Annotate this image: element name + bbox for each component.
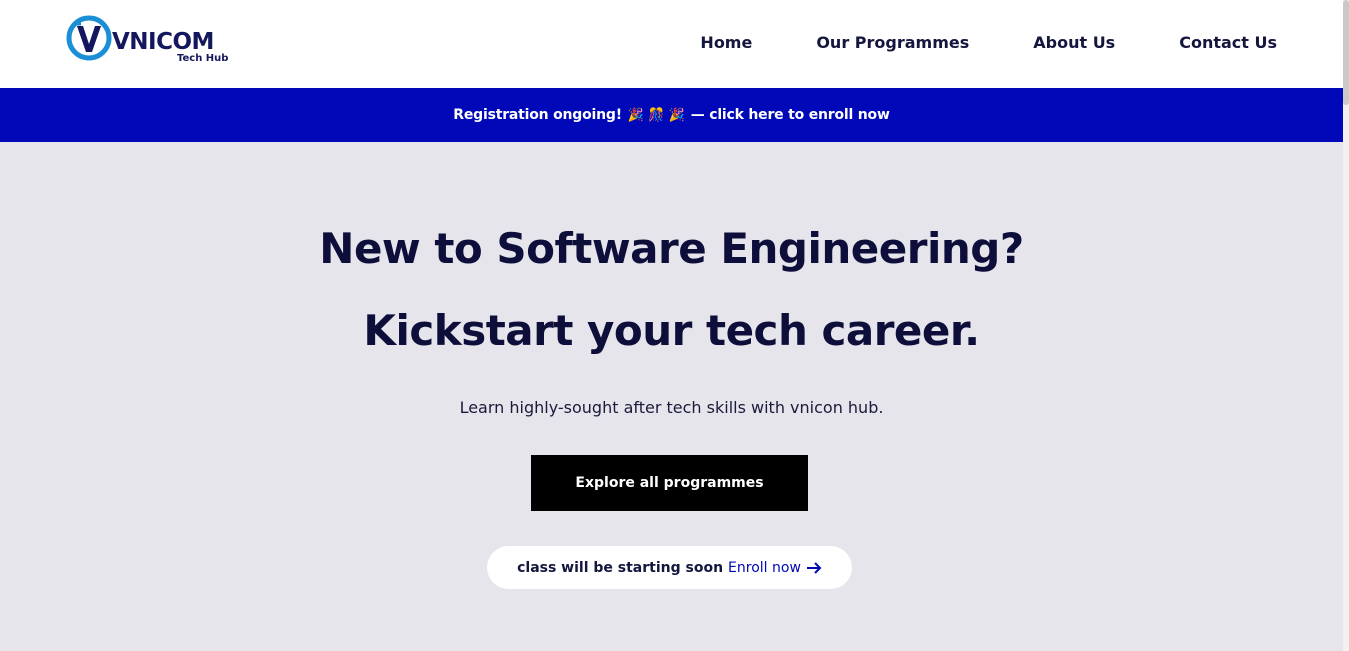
party-emoji-icons: 🎉 🎊 🎉 [627,107,685,123]
class-notice-pill: class will be starting soon Enroll now [487,546,852,589]
logo-wordmark: VNICOM [112,29,214,55]
hero-title-line1: New to Software Engineering? [319,224,1024,273]
logo-tagline: Tech Hub [177,53,229,64]
nav-our-programmes[interactable]: Our Programmes [816,31,969,55]
explore-programmes-button[interactable]: Explore all programmes [531,455,808,511]
hero-section: New to Software Engineering? Kickstart y… [0,142,1343,651]
class-notice-text: class will be starting soon [517,559,724,576]
main-nav: Home Our Programmes About Us Contact Us [700,31,1277,55]
registration-banner[interactable]: Registration ongoing! 🎉 🎊 🎉 — click here… [0,88,1343,142]
page-scrollbar[interactable] [1343,0,1349,651]
enroll-now-label: Enroll now [728,559,801,576]
nav-about-us[interactable]: About Us [1033,31,1115,55]
site-header: VNICOM Tech Hub Home Our Programmes Abou… [0,0,1343,88]
enroll-now-link[interactable]: Enroll now [728,560,822,576]
banner-text: Registration ongoing! [453,107,622,123]
logo-link[interactable]: VNICOM Tech Hub [66,12,236,70]
banner-enroll-link[interactable]: — click here to enroll now [691,107,890,123]
hero-subtitle: Learn highly-sought after tech skills wi… [459,398,884,417]
arrow-right-icon [806,561,822,574]
hero-title-line2: Kickstart your tech career. [363,306,980,355]
nav-contact-us[interactable]: Contact Us [1179,31,1277,55]
logo-icon [66,15,112,61]
nav-home[interactable]: Home [700,31,752,55]
page: VNICOM Tech Hub Home Our Programmes Abou… [0,0,1349,651]
scrollbar-thumb[interactable] [1343,0,1349,105]
